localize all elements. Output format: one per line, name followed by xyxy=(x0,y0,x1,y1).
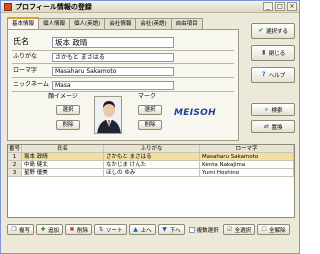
delete-button[interactable]: ✖ 削除 xyxy=(65,224,93,235)
tab-personal-info[interactable]: 個人情報 xyxy=(38,18,71,29)
replace-icon: ⇄ xyxy=(263,122,269,130)
clear-all-icon: ☐ xyxy=(261,225,267,233)
table-header: 番号 氏名 ふりがな ローマ字 xyxy=(8,145,294,153)
face-photo xyxy=(94,96,122,134)
col-header-roman[interactable]: ローマ字 xyxy=(200,145,294,153)
mark-logo-text: MEISOH xyxy=(174,108,216,118)
profile-table[interactable]: 番号 氏名 ふりがな ローマ字 1 坂本 政晴 さかもと まさはる Masaha… xyxy=(7,144,295,218)
name-field[interactable]: 坂本 政晴 xyxy=(52,37,174,48)
row-name: 坂本 政晴 xyxy=(22,153,104,161)
tab-company-english[interactable]: 会社(英語) xyxy=(135,18,172,29)
arrow-down-icon: ▼ xyxy=(162,225,167,233)
mark-select-button[interactable]: 選択 xyxy=(138,105,162,115)
move-down-button[interactable]: ▼ 下へ xyxy=(157,224,185,235)
divider xyxy=(12,91,234,92)
row-number: 2 xyxy=(8,161,22,169)
row-kana: なかじま けんた xyxy=(104,161,200,169)
multi-select-checkbox[interactable]: 複数選択 xyxy=(187,224,221,235)
mark-label: マーク xyxy=(138,93,157,100)
person-photo-icon xyxy=(95,97,121,133)
nickname-label: ニックネーム xyxy=(13,81,49,88)
replace-button[interactable]: ⇄ 置換 xyxy=(251,120,295,133)
bottom-toolbar: ❐ 複写 ✚ 追加 ✖ 削除 ⇅ ソート ▲ 上へ ▼ 下へ 複数選択 ☑ 全選… xyxy=(7,224,292,236)
app-icon xyxy=(4,3,12,11)
kana-field[interactable]: さかもと まさはる xyxy=(52,53,174,62)
sort-button[interactable]: ⇅ ソート xyxy=(94,224,127,235)
delete-icon: ✖ xyxy=(69,225,75,233)
row-name: 中島 健太 xyxy=(22,161,104,169)
add-button[interactable]: ✚ 追加 xyxy=(36,224,64,235)
table-row[interactable]: 3 星野 優美 ほしの ゆみ Yumi Hoshino xyxy=(8,169,294,177)
title-bar: プロフィール情報の登録 _ □ × xyxy=(1,1,299,13)
table-row[interactable]: 1 坂本 政晴 さかもと まさはる Masaharu Sakamoto xyxy=(8,153,294,161)
row-roman: Masaharu Sakamoto xyxy=(200,153,294,161)
face-select-button[interactable]: 選択 xyxy=(56,105,80,115)
help-button[interactable]: ? ヘルプ xyxy=(251,67,295,83)
face-image-label: 顔イメージ xyxy=(48,93,78,100)
close-dialog-button[interactable]: ▮ 閉じる xyxy=(251,45,295,61)
copy-icon: ❐ xyxy=(11,225,17,233)
arrow-up-icon: ▲ xyxy=(133,225,138,233)
tab-basic-info[interactable]: 基本情報 xyxy=(7,17,40,29)
basic-info-panel: 氏名 坂本 政晴 ふりがな さかもと まさはる ローマ字 Masaharu Sa… xyxy=(7,29,239,141)
tab-company-info[interactable]: 会社情報 xyxy=(104,18,137,29)
checkbox-box[interactable] xyxy=(188,226,195,233)
move-up-button[interactable]: ▲ 上へ xyxy=(128,224,156,235)
profile-window: プロフィール情報の登録 _ □ × 基本情報 個人情報 個人(英語) 会社情報 … xyxy=(0,0,300,254)
copy-button[interactable]: ❐ 複写 xyxy=(7,224,35,235)
mark-logo: MEISOH xyxy=(174,104,216,122)
face-delete-button[interactable]: 削除 xyxy=(56,120,80,130)
search-icon: ⌕ xyxy=(264,105,269,113)
tab-personal-english[interactable]: 個人(英語) xyxy=(69,18,106,29)
divider xyxy=(12,77,234,78)
maximize-button[interactable]: □ xyxy=(275,2,285,11)
select-all-icon: ☑ xyxy=(226,225,233,233)
select-button[interactable]: ✔ 選択する xyxy=(251,23,295,39)
roman-field[interactable]: Masaharu Sakamoto xyxy=(52,67,174,76)
row-roman: Kenta Nakajima xyxy=(200,161,294,169)
col-header-kana[interactable]: ふりがな xyxy=(104,145,200,153)
search-button[interactable]: ⌕ 検索 xyxy=(251,103,295,116)
row-name: 星野 優美 xyxy=(22,169,104,177)
row-kana: さかもと まさはる xyxy=(104,153,200,161)
row-kana: ほしの ゆみ xyxy=(104,169,200,177)
select-all-button[interactable]: ☑ 全選択 xyxy=(222,224,256,235)
col-header-number[interactable]: 番号 xyxy=(8,145,22,153)
tab-free-fields[interactable]: 自由項目 xyxy=(170,18,203,29)
divider xyxy=(12,63,234,64)
mark-delete-button[interactable]: 削除 xyxy=(138,120,162,130)
check-icon: ✔ xyxy=(258,27,264,34)
door-icon: ▮ xyxy=(262,49,266,56)
close-button[interactable]: × xyxy=(287,2,297,11)
divider xyxy=(12,50,234,51)
table-row[interactable]: 2 中島 健太 なかじま けんた Kenta Nakajima xyxy=(8,161,294,169)
nickname-field[interactable]: Masa xyxy=(52,81,174,90)
sort-icon: ⇅ xyxy=(98,225,104,233)
clear-all-button[interactable]: ☐ 全解除 xyxy=(257,224,290,235)
add-icon: ✚ xyxy=(40,225,46,233)
minimize-button[interactable]: _ xyxy=(263,2,273,11)
row-roman: Yumi Hoshino xyxy=(200,169,294,177)
tab-strip: 基本情報 個人情報 個人(英語) 会社情報 会社(英語) 自由項目 xyxy=(7,17,203,29)
name-label: 氏名 xyxy=(13,37,29,46)
row-number: 1 xyxy=(8,153,22,161)
window-title: プロフィール情報の登録 xyxy=(15,3,92,11)
col-header-name[interactable]: 氏名 xyxy=(22,145,104,153)
kana-label: ふりがな xyxy=(13,53,38,60)
roman-label: ローマ字 xyxy=(13,67,38,74)
row-number: 3 xyxy=(8,169,22,177)
help-icon: ? xyxy=(261,71,266,78)
